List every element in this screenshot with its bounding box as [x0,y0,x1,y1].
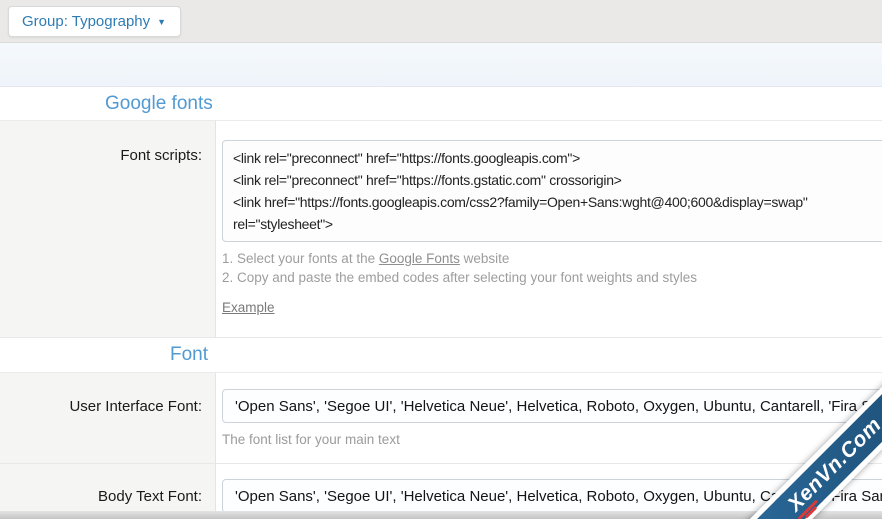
section-title: Font [170,344,209,365]
ui-font-helper-text: The font list for your main text [222,432,400,447]
instruction-1-prefix: 1. Select your fonts at the [222,251,379,266]
section-title: Google fonts [105,92,213,114]
ui-font-content: The font list for your main text [216,373,882,463]
typography-settings-page: Group: Typography ▼ Google fonts Font sc… [0,0,882,519]
toolbar: Group: Typography ▼ [0,0,882,43]
section-header-font: Font [0,338,882,373]
group-selector-button[interactable]: Group: Typography ▼ [8,5,182,37]
font-scripts-textarea[interactable]: <link rel="preconnect" href="https://fon… [222,140,882,242]
ui-font-label: User Interface Font: [0,373,216,463]
chevron-down-icon: ▼ [157,17,167,27]
sub-toolbar-band [0,43,882,87]
font-scripts-instructions: 1. Select your fonts at the Google Fonts… [222,249,882,287]
group-selector-label: Group: Typography [22,12,151,30]
section-header-google-fonts: Google fonts [0,87,882,121]
ui-font-row: User Interface Font: The font list for y… [0,373,882,464]
instruction-line-2: 2. Copy and paste the embed codes after … [222,270,698,285]
instruction-1-suffix: website [459,251,510,266]
font-scripts-label: Font scripts: [0,121,216,337]
google-fonts-link[interactable]: Google Fonts [379,251,460,266]
ui-font-input[interactable] [222,389,882,423]
font-scripts-row: Font scripts: <link rel="preconnect" hre… [0,121,882,338]
font-scripts-content: <link rel="preconnect" href="https://fon… [216,121,882,337]
instruction-line-1: 1. Select your fonts at the Google Fonts… [222,249,882,268]
example-link[interactable]: Example [222,300,275,315]
